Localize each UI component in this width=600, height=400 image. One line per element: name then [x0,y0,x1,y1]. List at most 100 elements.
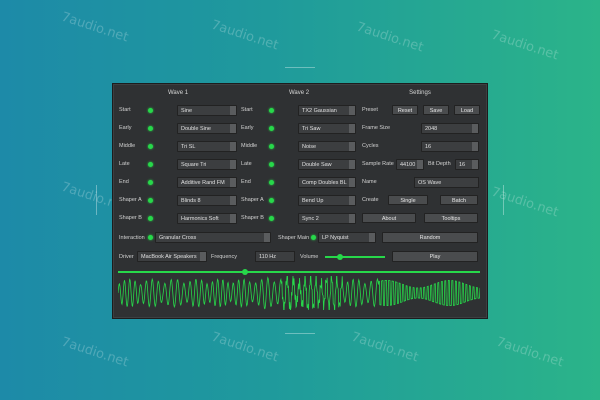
volume-slider[interactable] [325,256,385,258]
watermark: 7audio.net [489,184,561,221]
frame-mark [503,185,504,215]
wave1-row-select[interactable]: Blinds 8 [177,195,237,206]
wave1-row-select[interactable]: Additive Rand FM [177,177,237,188]
waveform-path [118,276,480,310]
watermark: 7audio.net [59,334,131,371]
wave2-row-value: Sync 2 [302,216,319,222]
wave1-row-label: Shaper A [119,197,142,203]
wave1-row-select[interactable]: Double Sine [177,123,237,134]
wave1-row-select[interactable]: Square Tri [177,159,237,170]
wave1-row-select[interactable]: Tri SL [177,141,237,152]
wave2-row-label: Middle [241,143,258,149]
wave2-row-value: TX2 Gaussian [302,108,337,114]
chevron-down-icon [349,178,355,187]
chevron-down-icon [264,233,270,242]
frequency-label: Frequency [211,254,237,260]
wave1-row-value: Double Sine [181,126,211,132]
wave2-row-led[interactable] [269,216,274,221]
preset-label: Preset [362,107,378,113]
sample-rate-value: 44100 [400,162,416,168]
wave1-row-led[interactable] [148,108,153,113]
sample-rate-label: Sample Rate [362,161,394,167]
wave1-row-led[interactable] [148,198,153,203]
frequency-field[interactable]: 110 Hz [255,251,295,262]
wave1-row-label: Start [119,107,131,113]
cycles-label: Cycles [362,143,379,149]
position-slider-handle[interactable] [241,269,248,275]
watermark: 7audio.net [209,329,281,366]
chevron-down-icon [230,142,236,151]
wave2-row-led[interactable] [269,198,274,203]
tooltips-button[interactable]: Tooltips [424,213,478,223]
wave2-row-select[interactable]: Tri Saw [298,123,356,134]
wave2-row-led[interactable] [269,126,274,131]
wave1-row-led[interactable] [148,126,153,131]
volume-slider-handle[interactable] [337,254,343,260]
wave2-row-select[interactable]: Bend Up [298,195,356,206]
wave1-row-label: Shaper B [119,215,142,221]
wave2-row-select[interactable]: Sync 2 [298,213,356,224]
wave2-row-select[interactable]: Noise [298,141,356,152]
name-field[interactable]: OS Wave [414,177,479,188]
save-button[interactable]: Save [423,105,449,115]
play-button[interactable]: Play [392,251,478,262]
wave2-row-led[interactable] [269,180,274,185]
chevron-down-icon [230,214,236,223]
frame-size-select[interactable]: 2048 [421,123,479,134]
wave2-row-select[interactable]: TX2 Gaussian [298,105,356,116]
chevron-down-icon [349,142,355,151]
frame-size-value: 2048 [425,126,438,132]
batch-button[interactable]: Batch [440,195,478,205]
chevron-down-icon [230,106,236,115]
chevron-down-icon [349,124,355,133]
name-label: Name [362,179,377,185]
wave2-row-value: Comp Doubles BL [302,180,347,186]
shaper-main-value: LP Nyquist [322,235,349,241]
shaper-main-led[interactable] [311,235,316,240]
chevron-down-icon [230,124,236,133]
single-button[interactable]: Single [388,195,428,205]
wave1-row-label: End [119,179,129,185]
chevron-down-icon [349,160,355,169]
interaction-led[interactable] [148,235,153,240]
wave2-row-label: Start [241,107,253,113]
wave1-row-select[interactable]: Sine [177,105,237,116]
driver-value: MacBook Air Speakers [141,254,197,260]
frame-mark [285,333,315,334]
wave1-row-led[interactable] [148,162,153,167]
wave2-row-led[interactable] [269,162,274,167]
wave1-row-value: Sine [181,108,193,114]
wave2-row-select[interactable]: Double Saw [298,159,356,170]
cycles-select[interactable]: 16 [421,141,479,152]
shaper-main-select[interactable]: LP Nyquist [318,232,376,243]
bit-depth-select[interactable]: 16 [455,159,479,170]
chevron-down-icon [230,196,236,205]
create-label: Create [362,197,379,203]
random-button[interactable]: Random [382,232,478,243]
watermark: 7audio.net [209,17,281,54]
wave1-row-select[interactable]: Harmonics Soft [177,213,237,224]
wave1-row-value: Blinds 8 [181,198,201,204]
wave1-row-value: Harmonics Soft [181,216,219,222]
wave2-row-label: Shaper A [241,197,264,203]
wave2-row-select[interactable]: Comp Doubles BL [298,177,356,188]
reset-button[interactable]: Reset [392,105,418,115]
sample-rate-select[interactable]: 44100 [396,159,424,170]
position-slider[interactable] [118,271,480,273]
wave2-row-value: Double Saw [302,162,332,168]
wave1-row-led[interactable] [148,144,153,149]
wave2-row-led[interactable] [269,144,274,149]
watermark: 7audio.net [354,19,426,56]
wave1-row-led[interactable] [148,180,153,185]
about-button[interactable]: About [362,213,416,223]
interaction-select[interactable]: Granular Cross [155,232,271,243]
frame-size-label: Frame Size [362,125,391,131]
load-button[interactable]: Load [454,105,480,115]
shaper-main-label: Shaper Main [278,235,310,241]
wave2-row-led[interactable] [269,108,274,113]
driver-select[interactable]: MacBook Air Speakers [137,251,207,262]
wave2-row-value: Bend Up [302,198,324,204]
watermark: 7audio.net [349,329,421,366]
wave1-row-led[interactable] [148,216,153,221]
frame-mark [96,185,97,215]
